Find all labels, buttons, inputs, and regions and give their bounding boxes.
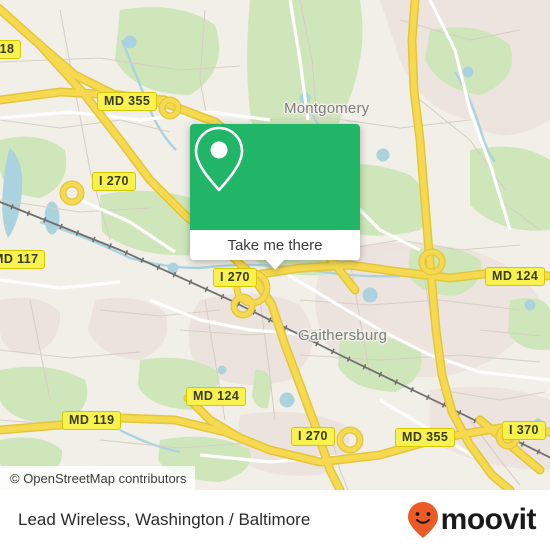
road-shield-i-270-north: I 270 [92, 172, 136, 191]
popup-icon-panel [190, 124, 360, 230]
moovit-location-card: Montgomery Gaithersburg 118 MD 355 I 270… [0, 0, 550, 550]
road-shield-md-355-south: MD 355 [395, 428, 456, 447]
take-me-there-popup[interactable]: Take me there [190, 124, 360, 270]
place-label-gaithersburg: Gaithersburg [298, 327, 388, 344]
location-title: Lead Wireless, Washington / Baltimore [18, 510, 311, 529]
road-shield-md-119: MD 119 [62, 411, 122, 430]
moovit-smiley-pin-icon [407, 502, 438, 538]
road-shield-md-117: MD 117 [0, 250, 46, 269]
osm-attribution[interactable]: © OpenStreetMap contributors [0, 466, 195, 490]
road-shield-i-270-south: I 270 [291, 427, 335, 446]
road-shield-md-124-south: MD 124 [186, 387, 247, 406]
footer-bar: Lead Wireless, Washington / Baltimore mo… [0, 490, 550, 550]
road-shield-md-124-east: MD 124 [485, 267, 546, 286]
popup-body: Take me there [190, 124, 360, 260]
take-me-there-button[interactable]: Take me there [190, 230, 360, 260]
map-canvas[interactable]: Montgomery Gaithersburg 118 MD 355 I 270… [0, 0, 550, 490]
popup-tail [265, 259, 285, 270]
road-shield-i-270-center: I 270 [213, 268, 257, 287]
location-pin-icon [194, 126, 244, 192]
moovit-wordmark: moovit [440, 503, 537, 536]
road-shield-i-370: I 370 [502, 421, 546, 440]
road-shield-118: 118 [0, 40, 22, 59]
place-label-montgomery: Montgomery [284, 100, 370, 117]
moovit-logo[interactable]: moovit [407, 501, 537, 539]
road-shield-md-355-north: MD 355 [97, 92, 158, 111]
